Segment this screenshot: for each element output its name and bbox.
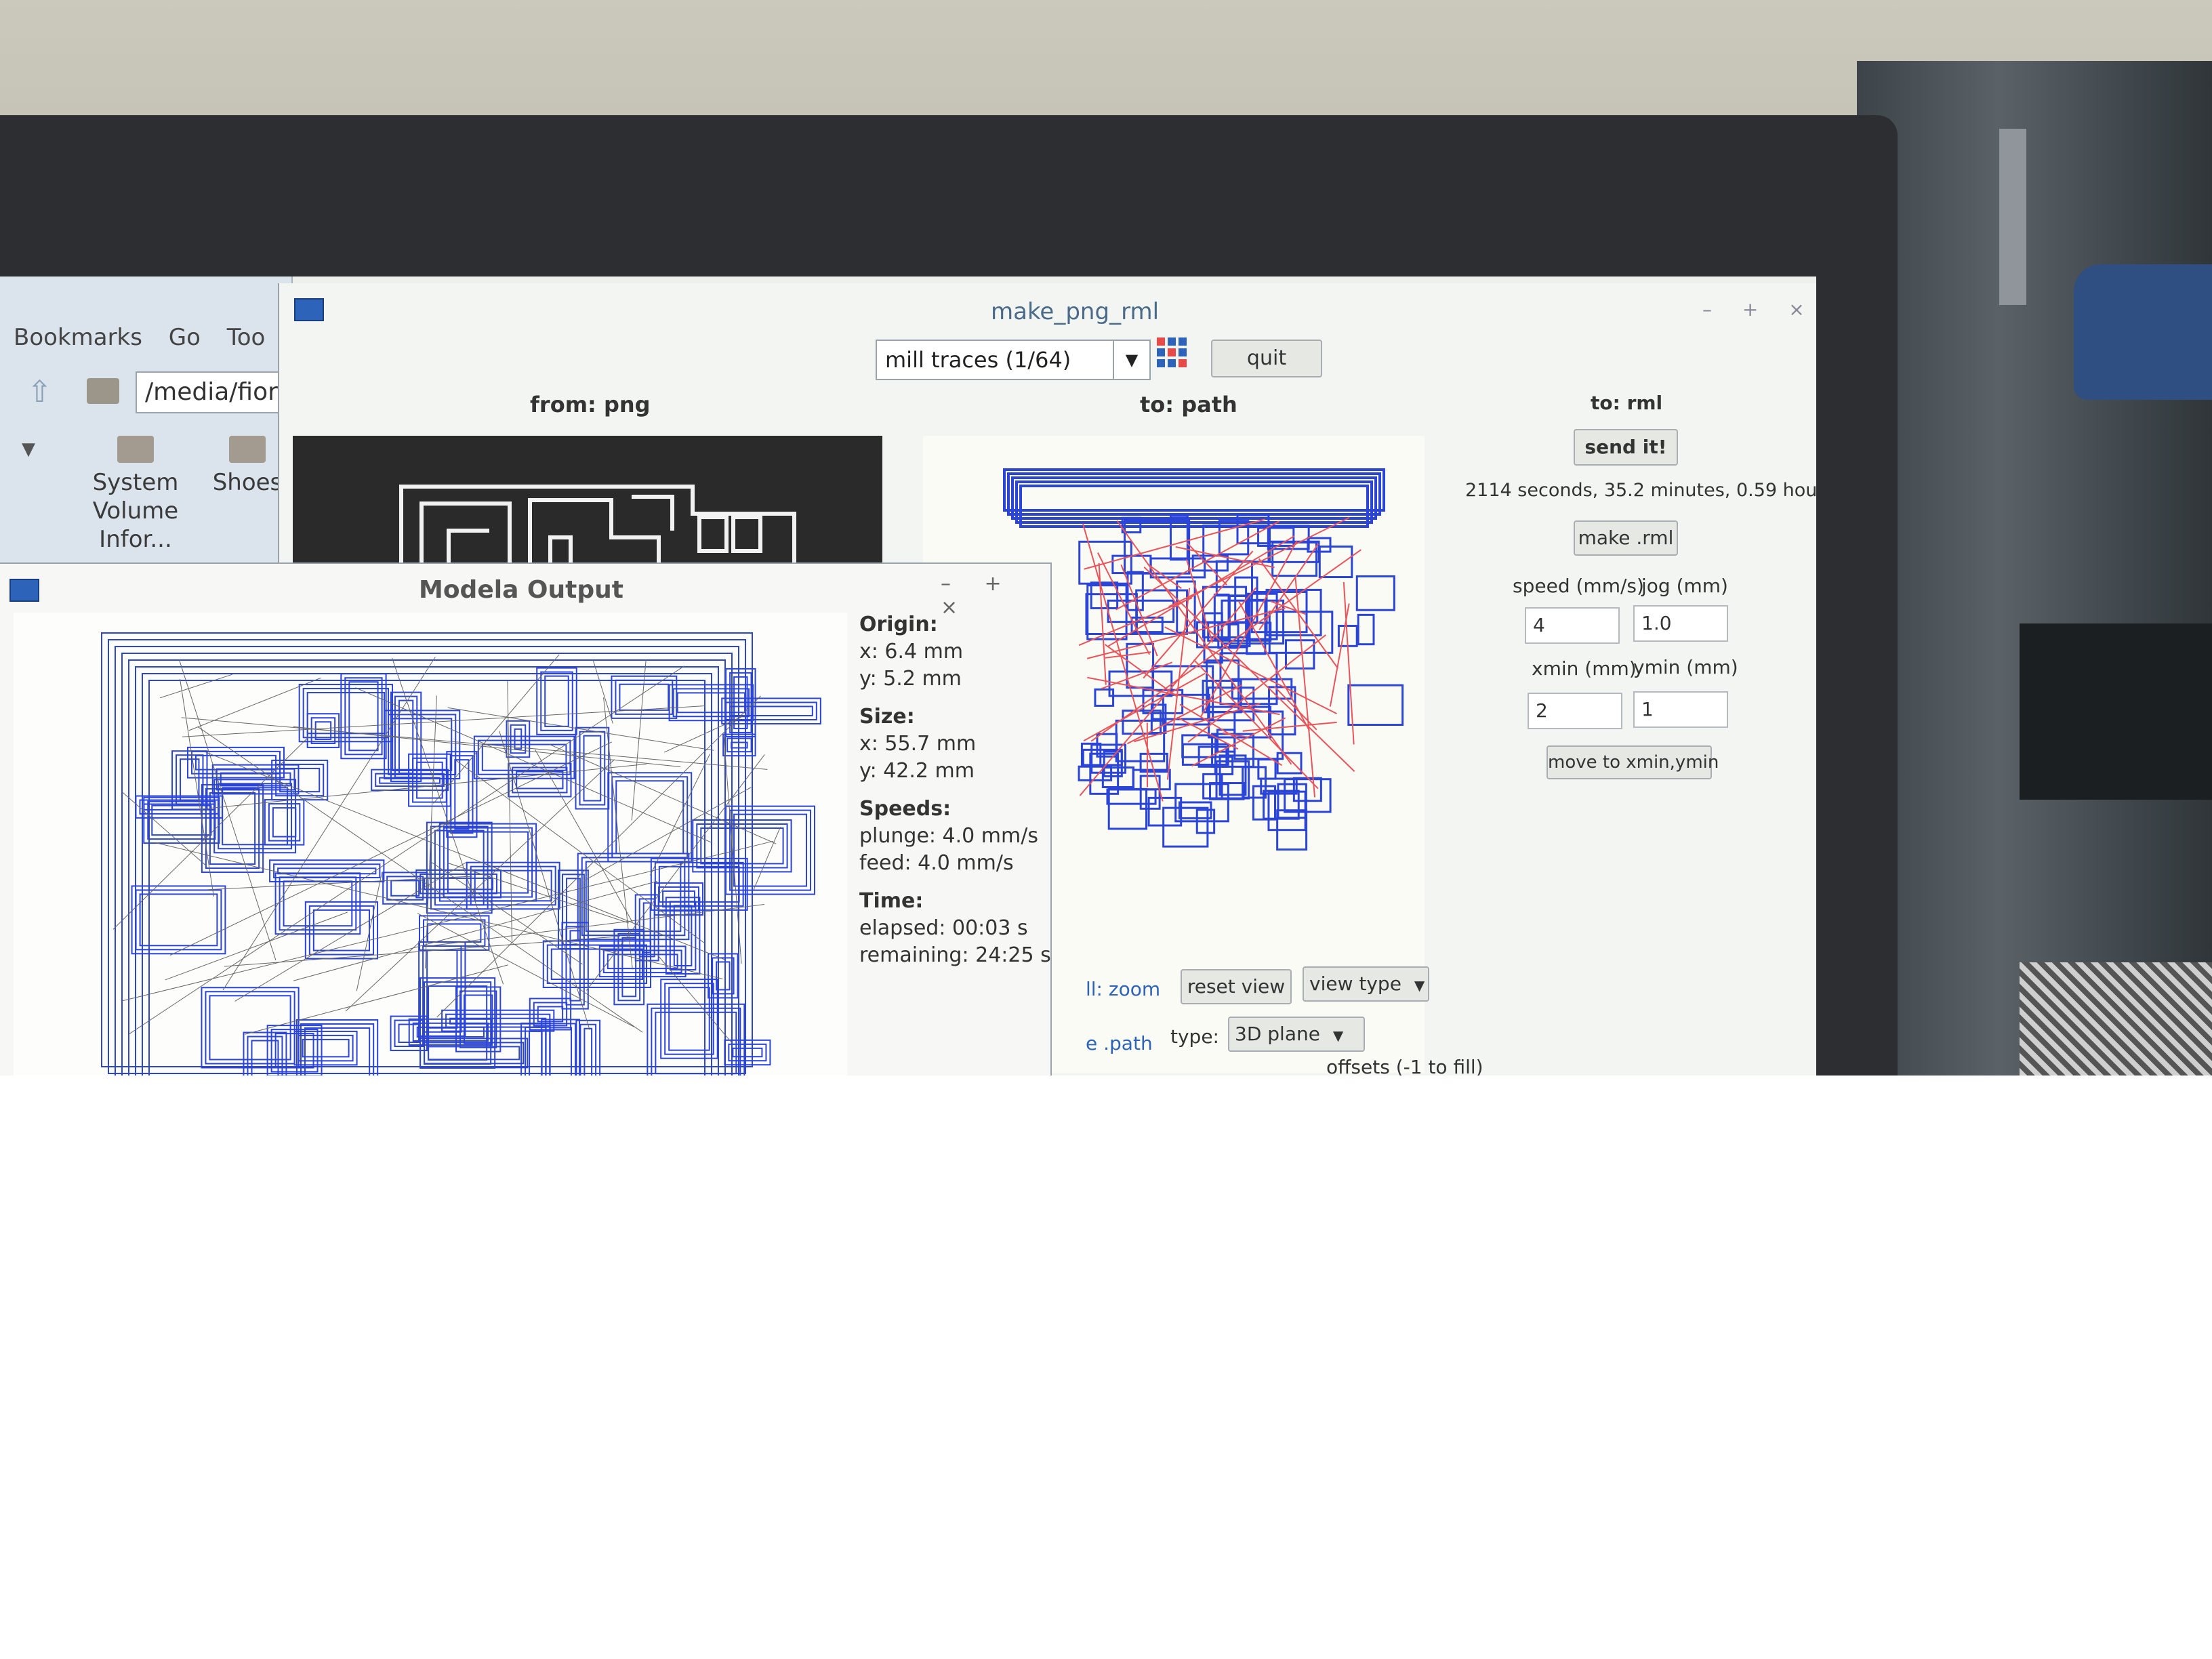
modela-info-panel: Origin: x: 6.4 mm y: 5.2 mm Size: x: 55.… [859, 611, 1051, 969]
type-value: 3D plane [1235, 1023, 1320, 1045]
make-rml-button[interactable]: make .rml [1574, 520, 1678, 556]
remaining-time: remaining: 24:25 s [859, 943, 1051, 967]
machine-blue-part [2074, 264, 2212, 400]
time-heading: Time: [859, 889, 924, 913]
size-heading: Size: [859, 705, 915, 729]
elapsed-time: elapsed: 00:03 s [859, 916, 1028, 940]
folder-label: System Volume Infor... [92, 469, 179, 553]
chevron-down-icon[interactable]: ▼ [1113, 341, 1149, 379]
chevron-down-icon: ▼ [1332, 1027, 1344, 1044]
jog-label: jog (mm) [1641, 575, 1728, 597]
ymin-label: ymin (mm) [1633, 656, 1738, 678]
mode-select-value: mill traces (1/64) [885, 347, 1071, 373]
jog-input[interactable]: 1.0 [1633, 605, 1728, 642]
milling-machine [1857, 61, 2212, 1076]
photo-frame: Bookmarks Go Too ⇧ /media/fior ▼ System … [0, 0, 2212, 1076]
window-menu-icon[interactable] [9, 579, 39, 602]
view-type-select[interactable]: view type ▼ [1303, 966, 1429, 1002]
window-title: Modela Output [419, 576, 623, 604]
origin-x: x: 6.4 mm [859, 640, 964, 663]
xmin-label: xmin (mm) [1532, 657, 1637, 680]
palette-grid-icon[interactable] [1157, 337, 1192, 373]
origin-y: y: 5.2 mm [859, 667, 962, 691]
to-path-label: to: path [1140, 392, 1237, 417]
mode-select[interactable]: mill traces (1/64) ▼ [876, 340, 1151, 380]
machine-spindle [1999, 129, 2026, 305]
up-arrow-icon[interactable]: ⇧ [27, 375, 52, 409]
move-to-xmin-ymin-button[interactable]: move to xmin,ymin [1547, 745, 1719, 779]
folder-label: Shoes [212, 469, 283, 496]
chevron-down-icon[interactable]: ▼ [22, 439, 35, 459]
reset-view-button[interactable]: reset view [1181, 969, 1292, 1004]
size-y: y: 42.2 mm [859, 759, 975, 783]
window-menu-icon[interactable] [294, 298, 324, 321]
plunge-speed: plunge: 4.0 mm/s [859, 824, 1038, 848]
to-rml-label: to: rml [1591, 392, 1663, 414]
folder-icon [229, 436, 266, 463]
ymin-input[interactable]: 1 [1633, 691, 1728, 728]
window-title: make_png_rml [991, 298, 1160, 325]
quit-button[interactable]: quit [1211, 340, 1322, 377]
folder-item-system-volume[interactable]: System Volume Infor... [81, 436, 190, 554]
file-manager-window: Bookmarks Go Too ⇧ /media/fior ▼ System … [0, 276, 302, 581]
size-x: x: 55.7 mm [859, 732, 977, 756]
screen: Bookmarks Go Too ⇧ /media/fior ▼ System … [0, 276, 1816, 1076]
speeds-heading: Speeds: [859, 797, 951, 821]
origin-heading: Origin: [859, 613, 938, 636]
zoom-label: ll: zoom [1086, 978, 1161, 1000]
type-label: type: [1170, 1025, 1219, 1048]
speed-input[interactable]: 4 [1525, 607, 1620, 644]
send-it-button[interactable]: send it! [1574, 429, 1678, 466]
chevron-down-icon: ▼ [1414, 977, 1425, 994]
menu-go[interactable]: Go [169, 324, 201, 351]
window-controls[interactable]: – + × [1702, 298, 1816, 321]
folder-item-shoes[interactable]: Shoes [210, 436, 285, 497]
floor-mat [2020, 962, 2212, 1076]
time-estimate: 2114 seconds, 35.2 minutes, 0.59 hours [1465, 480, 1816, 501]
machine-base [2020, 623, 2212, 800]
offsets-label: offsets (-1 to fill) [1326, 1056, 1483, 1076]
xmin-input[interactable]: 2 [1528, 693, 1622, 729]
speed-label: speed (mm/s) [1513, 575, 1644, 597]
menu-bookmarks[interactable]: Bookmarks [14, 324, 142, 351]
modela-output-window: Modela Output – + × Origin: x: 6.4 mm y:… [0, 562, 1052, 1076]
view-type-value: view type [1309, 972, 1401, 995]
type-select[interactable]: 3D plane ▼ [1228, 1017, 1365, 1052]
from-png-label: from: png [530, 392, 651, 417]
folder-icon [117, 436, 154, 463]
feed-speed: feed: 4.0 mm/s [859, 851, 1014, 875]
menu-tools[interactable]: Too [227, 324, 266, 351]
modela-toolpath-plot [14, 613, 847, 1076]
path-label: e .path [1086, 1032, 1153, 1054]
file-manager-menubar: Bookmarks Go Too [14, 324, 284, 351]
modela-toolpath-drawing [101, 632, 821, 1076]
folder-icon[interactable] [87, 378, 119, 404]
